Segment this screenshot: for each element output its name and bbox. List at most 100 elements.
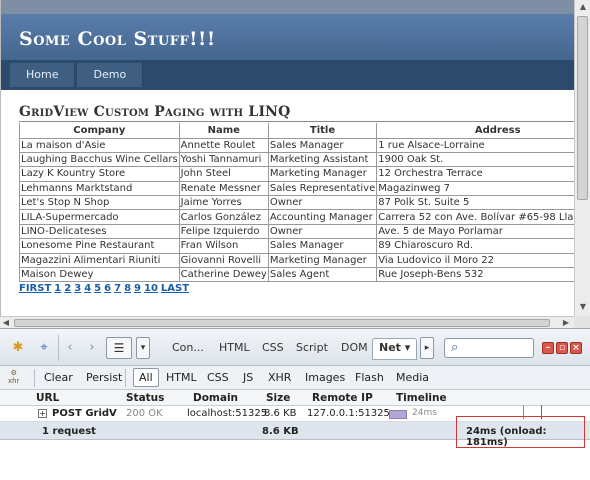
column-remote-ip[interactable]: Remote IP bbox=[312, 392, 373, 404]
expand-toggle-icon[interactable]: + bbox=[38, 409, 47, 418]
column-header-address[interactable]: Address bbox=[376, 123, 574, 139]
filter-xhr-button[interactable]: XHR bbox=[268, 371, 291, 384]
cell-address: Ave. 5 de Mayo Porlamar bbox=[376, 223, 574, 240]
tab-script[interactable]: Script bbox=[296, 341, 328, 354]
filter-css-button[interactable]: CSS bbox=[207, 371, 229, 384]
cell-title: Sales Manager bbox=[267, 238, 378, 254]
search-icon: ⌕ bbox=[451, 340, 459, 355]
search-input[interactable]: ⌕ bbox=[444, 338, 534, 358]
cell-name: Fran Wilson bbox=[178, 238, 269, 254]
filter-js-button[interactable]: JS bbox=[243, 371, 253, 384]
chevron-down-icon[interactable]: ▾ bbox=[136, 337, 150, 359]
filter-html-button[interactable]: HTML bbox=[166, 371, 197, 384]
pager-link[interactable]: 6 bbox=[104, 283, 111, 294]
filter-images-button[interactable]: Images bbox=[305, 371, 345, 384]
tab-html[interactable]: HTML bbox=[219, 341, 250, 354]
cell-address: 12 Orchestra Terrace bbox=[376, 166, 574, 182]
tab-dom[interactable]: DOM bbox=[341, 341, 368, 354]
cell-name: John Steel bbox=[178, 166, 269, 182]
tab-net[interactable]: Net ▾ bbox=[372, 338, 418, 360]
firebug-bug-icon[interactable]: ✱ bbox=[8, 339, 28, 357]
column-timeline[interactable]: Timeline bbox=[396, 392, 447, 404]
pager-link[interactable]: 4 bbox=[84, 283, 91, 294]
pager-link[interactable]: 9 bbox=[134, 283, 141, 294]
page-heading: GridView Custom Paging with LINQ bbox=[19, 104, 291, 120]
clear-button[interactable]: Clear bbox=[44, 371, 73, 384]
filter-media-button[interactable]: Media bbox=[396, 371, 429, 384]
pager-link[interactable]: 2 bbox=[64, 283, 71, 294]
cell-name: Giovanni Rovelli bbox=[178, 252, 269, 269]
tab-console[interactable]: Con... bbox=[172, 341, 204, 354]
cell-company: Laughing Bacchus Wine Cellars bbox=[19, 151, 180, 168]
panel-chevron-icon[interactable]: ▸ bbox=[420, 337, 434, 359]
vertical-scrollbar[interactable]: ▲ ▼ bbox=[574, 0, 590, 316]
detach-icon[interactable]: ▫ bbox=[556, 342, 568, 354]
column-header-title[interactable]: Title bbox=[267, 123, 378, 139]
nav-home-link[interactable]: Home bbox=[10, 63, 76, 87]
column-url[interactable]: URL bbox=[36, 392, 59, 404]
close-icon[interactable]: × bbox=[570, 342, 582, 354]
pager-link[interactable]: 3 bbox=[74, 283, 81, 294]
gridview-table: Company Name Title Address La maison d'A… bbox=[19, 123, 574, 283]
cell-company: Lazy K Kountry Store bbox=[19, 166, 180, 182]
cell-title: Marketing Manager bbox=[267, 252, 378, 269]
toolbar-divider bbox=[58, 335, 59, 361]
cell-company: Magazzini Alimentari Riuniti bbox=[19, 252, 180, 269]
cell-address: Via Ludovico il Moro 22 bbox=[376, 252, 574, 269]
nav-demo-link[interactable]: Demo bbox=[77, 63, 144, 87]
cell-address: 1 rue Alsace-Lorraine bbox=[376, 137, 574, 153]
column-header-name[interactable]: Name bbox=[178, 123, 269, 139]
filter-flash-button[interactable]: Flash bbox=[355, 371, 384, 384]
xhr-icon-label: xhr bbox=[8, 377, 20, 385]
horizontal-scroll-thumb[interactable] bbox=[14, 319, 550, 327]
list-menu-icon[interactable]: ☰ bbox=[106, 337, 132, 359]
pager-link[interactable]: LAST bbox=[161, 283, 189, 294]
cell-company: Let's Stop N Shop bbox=[19, 195, 180, 211]
inspect-element-icon[interactable]: ⌖ bbox=[34, 339, 54, 357]
table-row: Let's Stop N Shop Jaime Yorres Owner 87 Pol… bbox=[19, 195, 574, 211]
table-header-row: Company Name Title Address bbox=[19, 123, 574, 139]
pager-link[interactable]: 8 bbox=[124, 283, 131, 294]
page-viewport: Home Demo Some Cool Stuff!!! GridView Cu… bbox=[0, 0, 574, 316]
cell-title: Sales Manager bbox=[267, 137, 378, 153]
firebug-panel: ✱ ⌖ ‹ › ☰ ▾ Con... HTML CSS Script DOM N… bbox=[0, 328, 590, 480]
minimize-icon[interactable]: – bbox=[542, 342, 554, 354]
scroll-up-arrow-icon[interactable]: ▲ bbox=[578, 2, 588, 12]
pager-link[interactable]: 10 bbox=[144, 283, 158, 294]
vertical-scroll-thumb[interactable] bbox=[577, 16, 588, 200]
cell-title: Sales Agent bbox=[267, 267, 378, 283]
request-count: 1 request bbox=[42, 426, 96, 437]
horizontal-scrollbar[interactable]: ◀ ▶ bbox=[0, 316, 574, 328]
cell-address: Carrera 52 con Ave. Bolívar #65-98 Llano… bbox=[376, 209, 574, 225]
filter-all-button[interactable]: All bbox=[133, 368, 159, 387]
pager-link[interactable]: FIRST bbox=[19, 283, 51, 294]
request-status: 200 OK bbox=[126, 408, 163, 419]
column-domain[interactable]: Domain bbox=[193, 392, 238, 404]
back-arrow-icon[interactable]: ‹ bbox=[60, 339, 80, 357]
cell-name: Felipe Izquierdo bbox=[178, 223, 269, 240]
column-header-company[interactable]: Company bbox=[19, 123, 180, 139]
forward-arrow-icon[interactable]: › bbox=[82, 339, 102, 357]
pager-link[interactable]: 7 bbox=[114, 283, 121, 294]
column-status[interactable]: Status bbox=[126, 392, 164, 404]
persist-button[interactable]: Persist bbox=[86, 371, 122, 384]
net-column-headers: URL Status Domain Size Remote IP Timelin… bbox=[0, 390, 590, 406]
cell-name: Annette Roulet bbox=[178, 137, 269, 153]
heading-divider bbox=[19, 121, 574, 122]
table-row: La maison d'Asie Annette Roulet Sales Mana… bbox=[19, 137, 574, 153]
site-nav: Home Demo bbox=[1, 60, 574, 90]
request-url[interactable]: POST GridV bbox=[52, 408, 117, 419]
pager-link[interactable]: 1 bbox=[54, 283, 61, 294]
table-row: Magazzini Alimentari Riuniti Giovanni Rov… bbox=[19, 252, 574, 269]
firebug-toolbar: ✱ ⌖ ‹ › ☰ ▾ Con... HTML CSS Script DOM N… bbox=[0, 328, 590, 366]
pager-link[interactable]: 5 bbox=[94, 283, 101, 294]
column-size[interactable]: Size bbox=[266, 392, 290, 404]
request-size: 8.6 KB bbox=[264, 408, 297, 419]
tab-css[interactable]: CSS bbox=[262, 341, 284, 354]
subbar-divider bbox=[34, 369, 35, 387]
cell-company: LILA-Supermercado bbox=[19, 209, 180, 225]
scroll-down-arrow-icon[interactable]: ▼ bbox=[578, 302, 588, 312]
cell-company: Lehmanns Marktstand bbox=[19, 180, 180, 197]
scrollbar-corner bbox=[574, 316, 590, 328]
xhr-spy-icon[interactable]: ⚙ xhr bbox=[8, 369, 19, 385]
